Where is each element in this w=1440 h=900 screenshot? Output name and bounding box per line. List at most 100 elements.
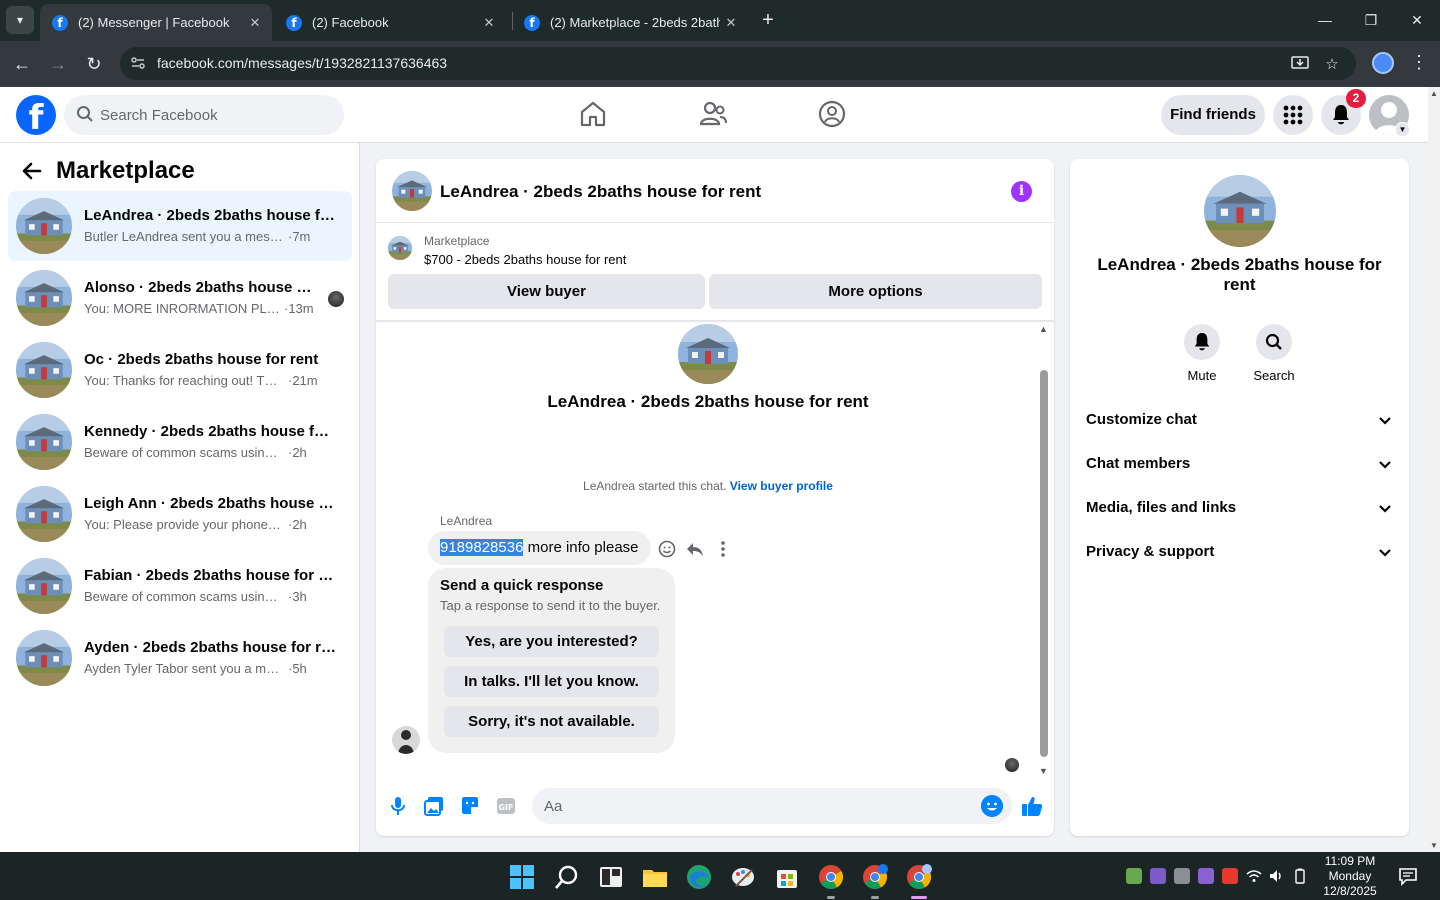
view-buyer-profile-link[interactable]: View buyer profile <box>730 479 833 493</box>
sticker-icon[interactable] <box>459 795 481 817</box>
mute-button[interactable]: Mute <box>1162 324 1242 383</box>
emoji-icon[interactable] <box>981 795 1003 817</box>
close-tab-icon[interactable]: ✕ <box>478 15 500 31</box>
task-view-icon[interactable] <box>598 864 624 890</box>
conversation-name: Oc · 2beds 2baths house for rent <box>84 351 319 368</box>
tab-search-chevron-icon[interactable]: ▾ <box>6 6 34 34</box>
conversation-item[interactable]: Leigh Ann · 2beds 2baths house for rent … <box>8 479 352 549</box>
profile-extension-icon[interactable] <box>1372 52 1394 74</box>
paint-app-icon[interactable] <box>730 864 756 890</box>
quick-reply-button[interactable]: Yes, are you interested? <box>444 626 659 657</box>
listing-title[interactable]: $700 - 2beds 2baths house for rent <box>424 252 626 267</box>
scroll-up-icon[interactable]: ▲ <box>1039 324 1048 334</box>
more-vertical-icon[interactable] <box>713 539 733 559</box>
media-files-links-section[interactable]: Media, files and links <box>1086 490 1393 526</box>
chat-scrollbar[interactable]: ▲ ▼ <box>1039 324 1049 776</box>
scroll-thumb[interactable] <box>1040 370 1048 757</box>
microphone-icon[interactable] <box>387 795 409 817</box>
microsoft-store-icon[interactable] <box>774 864 800 890</box>
restore-icon[interactable]: ❐ <box>1356 8 1386 32</box>
conversation-item[interactable]: Ayden · 2beds 2baths house for rent Ayde… <box>8 623 352 693</box>
conversation-item[interactable]: LeAndrea · 2beds 2baths house for rent B… <box>8 191 352 261</box>
conversation-item[interactable]: Oc · 2beds 2baths house for rent You: Th… <box>8 335 352 405</box>
divider <box>376 320 1054 322</box>
facebook-logo-icon[interactable]: f <box>16 95 56 135</box>
photo-icon[interactable] <box>423 795 445 817</box>
message-bubble[interactable]: 9189828536 more info please <box>428 531 651 565</box>
chrome-profile-icon[interactable] <box>862 864 888 890</box>
close-tab-icon[interactable]: ✕ <box>244 15 266 31</box>
forward-arrow-icon[interactable]: → <box>46 52 70 76</box>
menu-grid-button[interactable] <box>1273 95 1313 135</box>
conversation-item[interactable]: Fabian · 2beds 2baths house for rent Bew… <box>8 551 352 621</box>
close-tab-icon[interactable]: ✕ <box>720 15 742 31</box>
scroll-up-icon[interactable]: ▲ <box>1430 89 1438 98</box>
minimize-icon[interactable]: — <box>1310 8 1340 32</box>
friends-icon[interactable] <box>698 99 728 129</box>
back-arrow-icon[interactable]: ← <box>10 52 34 76</box>
search-input[interactable] <box>100 95 330 135</box>
scroll-down-icon[interactable]: ▼ <box>1430 841 1438 850</box>
conversation-item[interactable]: Alonso · 2beds 2baths house for rent You… <box>8 263 352 333</box>
tray-app-icon[interactable] <box>1198 868 1214 884</box>
reload-icon[interactable]: ↻ <box>82 52 106 76</box>
reply-icon[interactable] <box>685 539 705 559</box>
message-input[interactable] <box>544 788 964 824</box>
wifi-icon[interactable] <box>1246 868 1262 884</box>
conversation-time: ·2h <box>288 445 307 460</box>
site-settings-icon[interactable] <box>130 55 148 72</box>
tab-facebook[interactable]: f (2) Facebook ✕ <box>274 4 506 41</box>
chrome-active-icon[interactable] <box>906 864 932 890</box>
react-smiley-icon[interactable] <box>657 539 677 559</box>
view-buyer-button[interactable]: View buyer <box>388 274 705 309</box>
sender-avatar[interactable] <box>392 726 420 754</box>
home-icon[interactable] <box>578 99 608 129</box>
page-scrollbar[interactable]: ▲ ▼ <box>1428 87 1440 852</box>
buyer-avatar <box>678 324 738 384</box>
volume-icon[interactable] <box>1268 868 1284 884</box>
tray-app-icon[interactable] <box>1150 868 1166 884</box>
thumbs-up-icon[interactable] <box>1020 794 1044 818</box>
edge-browser-icon[interactable] <box>686 864 712 890</box>
chrome-icon[interactable] <box>818 864 844 890</box>
close-window-icon[interactable]: ✕ <box>1402 8 1432 32</box>
scroll-down-icon[interactable]: ▼ <box>1039 766 1048 776</box>
marketplace-label: Marketplace <box>424 234 490 248</box>
file-explorer-icon[interactable] <box>642 864 668 890</box>
find-friends-button[interactable]: Find friends <box>1161 95 1265 135</box>
chevron-down-icon[interactable]: ▼ <box>1395 122 1410 137</box>
quick-reply-button[interactable]: Sorry, it's not available. <box>444 706 659 737</box>
tab-marketplace[interactable]: f (2) Marketplace - 2beds 2baths ✕ <box>512 4 748 41</box>
new-tab-icon[interactable]: + <box>756 8 780 32</box>
chat-members-section[interactable]: Chat members <box>1086 446 1393 482</box>
privacy-support-section[interactable]: Privacy & support <box>1086 534 1393 570</box>
battery-icon[interactable] <box>1292 868 1308 884</box>
facebook-search[interactable] <box>64 95 344 135</box>
install-app-icon[interactable] <box>1290 55 1310 73</box>
info-icon[interactable]: i <box>1011 181 1032 202</box>
gif-icon[interactable]: GIF <box>495 795 517 817</box>
groups-icon[interactable] <box>817 99 847 129</box>
more-options-button[interactable]: More options <box>709 274 1042 309</box>
tray-app-icon[interactable] <box>1222 868 1238 884</box>
tab-messenger[interactable]: f (2) Messenger | Facebook ✕ <box>40 4 272 41</box>
quick-reply-button[interactable]: In talks. I'll let you know. <box>444 666 659 697</box>
system-clock[interactable]: 11:09 PM Monday 12/8/2025 <box>1318 854 1382 899</box>
chat-started-notice: LeAndrea started this chat. View buyer p… <box>583 479 833 493</box>
bookmark-star-icon[interactable]: ☆ <box>1322 55 1342 73</box>
message-composer[interactable] <box>532 788 1012 824</box>
chat-title[interactable]: LeAndrea · 2beds 2baths house for rent <box>440 182 761 202</box>
tray-app-icon[interactable] <box>1174 868 1190 884</box>
facebook-top-bar: f Find friends 2 ▼ <box>0 87 1428 143</box>
conversation-item[interactable]: Kennedy · 2beds 2baths house for rent Be… <box>8 407 352 477</box>
back-arrow-icon[interactable] <box>20 159 44 183</box>
chat-avatar[interactable] <box>392 171 432 211</box>
customize-chat-section[interactable]: Customize chat <box>1086 402 1393 438</box>
address-bar[interactable]: facebook.com/messages/t/1932821137636463… <box>120 47 1356 80</box>
notification-center-icon[interactable] <box>1398 866 1418 886</box>
browser-menu-icon[interactable]: ⋮ <box>1410 52 1428 73</box>
windows-start-icon[interactable] <box>509 864 535 890</box>
search-icon[interactable] <box>554 864 580 890</box>
search-conversation-button[interactable]: Search <box>1234 324 1314 383</box>
tray-app-icon[interactable] <box>1126 868 1142 884</box>
